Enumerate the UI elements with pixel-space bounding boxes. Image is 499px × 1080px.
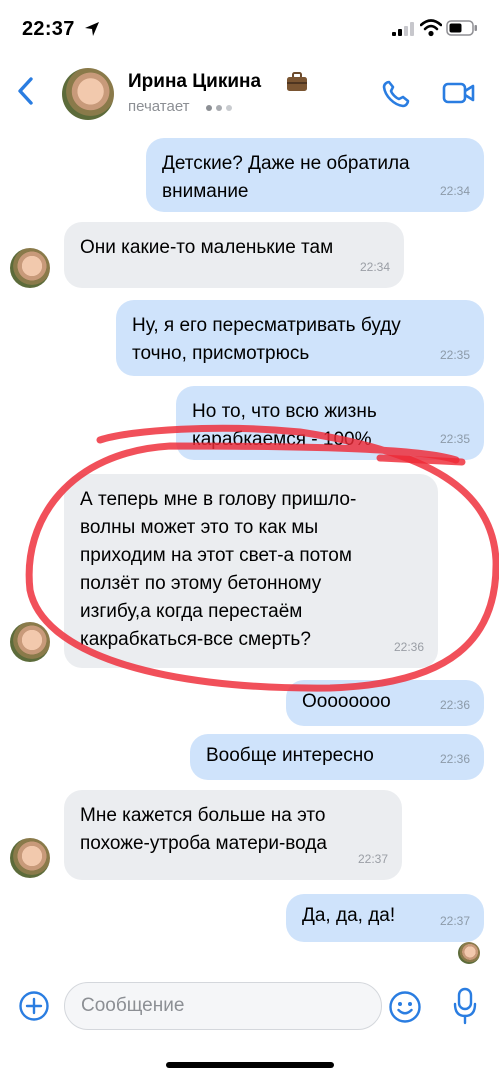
- message-time: 22:34: [359, 260, 390, 274]
- message-time: 22:35: [439, 432, 470, 446]
- message-input[interactable]: [64, 982, 382, 1030]
- message-bubble-outgoing[interactable]: Да, да, да! 22:37: [286, 894, 484, 942]
- microphone-icon[interactable]: [452, 986, 478, 1026]
- video-camera-icon[interactable]: [442, 80, 476, 106]
- chevron-left-icon[interactable]: [12, 74, 40, 108]
- sender-avatar[interactable]: [10, 248, 50, 288]
- message-bubble-outgoing[interactable]: Но то, что всю жизнь карабкаемся - 100% …: [176, 386, 484, 460]
- message-time: 22:36: [393, 640, 424, 654]
- message-bubble-outgoing[interactable]: Оооооооо 22:36: [286, 680, 484, 726]
- message-text: Но то, что всю жизнь карабкаемся - 100%: [192, 401, 377, 450]
- phone-icon[interactable]: [380, 78, 412, 110]
- cellular-signal-icon: [392, 22, 414, 36]
- sender-avatar[interactable]: [10, 838, 50, 878]
- message-time: 22:36: [439, 698, 470, 712]
- message-time: 22:35: [439, 348, 470, 362]
- battery-icon: [446, 20, 477, 36]
- message-bubble-outgoing[interactable]: Ну, я его пересматривать буду точно, при…: [116, 300, 484, 376]
- status-bar: 22:37: [0, 0, 499, 58]
- message-text: Они какие-то маленькие там: [80, 237, 334, 258]
- read-receipt-avatar: [458, 942, 480, 964]
- message-text: А теперь мне в голову пришло- волны може…: [80, 489, 357, 650]
- message-text: Вообще интересно: [206, 745, 374, 766]
- message-time: 22:36: [439, 752, 470, 766]
- message-input-bar: [0, 972, 499, 1042]
- message-bubble-incoming[interactable]: Они какие-то маленькие там 22:34: [64, 222, 404, 288]
- briefcase-icon: [287, 72, 307, 91]
- typing-dots-icon: [206, 105, 232, 111]
- message-text: Мне кажется больше на это похоже-утроба …: [80, 805, 327, 854]
- message-text: Детские? Даже не обратила внимание: [162, 153, 410, 202]
- home-indicator[interactable]: [166, 1062, 334, 1068]
- smiley-icon[interactable]: [388, 990, 422, 1024]
- message-time: 22:37: [357, 852, 388, 866]
- message-time: 22:37: [439, 914, 470, 928]
- message-time: 22:34: [439, 184, 470, 198]
- status-time: 22:37: [22, 18, 75, 40]
- message-text: Ну, я его пересматривать буду точно, при…: [132, 315, 401, 364]
- message-bubble-outgoing[interactable]: Детские? Даже не обратила внимание 22:34: [146, 138, 484, 212]
- wifi-icon: [420, 19, 442, 37]
- chat-header: Ирина Цикина печатает: [0, 58, 499, 128]
- contact-avatar[interactable]: [62, 68, 114, 120]
- message-bubble-outgoing[interactable]: Вообще интересно 22:36: [190, 734, 484, 780]
- typing-status: печатает: [128, 98, 190, 115]
- contact-name[interactable]: Ирина Цикина: [128, 71, 261, 93]
- message-bubble-incoming[interactable]: Мне кажется больше на это похоже-утроба …: [64, 790, 402, 880]
- plus-circle-icon[interactable]: [18, 990, 50, 1022]
- sender-avatar[interactable]: [10, 622, 50, 662]
- message-bubble-incoming[interactable]: А теперь мне в голову пришло- волны може…: [64, 474, 438, 668]
- location-arrow-icon: [85, 22, 99, 36]
